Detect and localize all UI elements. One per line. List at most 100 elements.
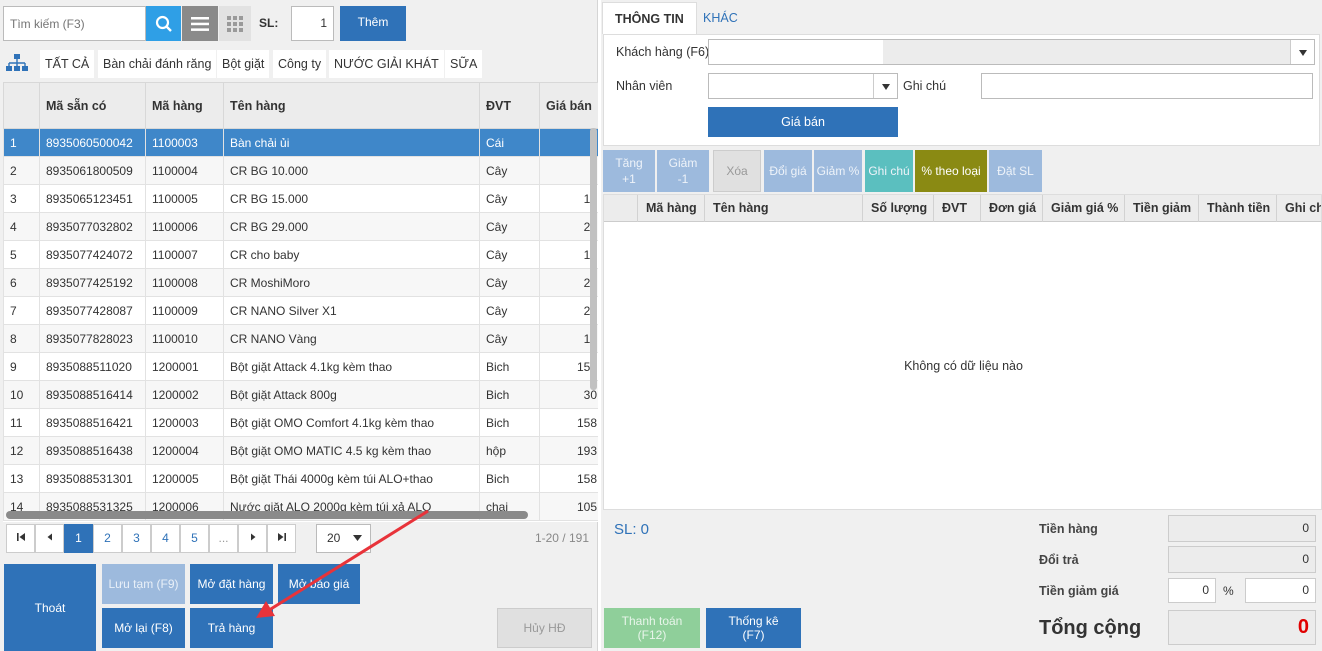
note-input[interactable] <box>981 73 1313 99</box>
grid-view-button[interactable] <box>219 6 251 41</box>
column-header[interactable]: ĐVT <box>933 195 967 222</box>
page-button[interactable]: 2 <box>93 524 122 553</box>
table-cell: 1200002 <box>145 380 224 409</box>
percent-sign: % <box>1223 584 1234 598</box>
tab-other[interactable]: KHÁC <box>691 2 750 34</box>
cancel-invoice-button[interactable]: Hủy HĐ <box>497 608 592 648</box>
save-draft-button[interactable]: Lưu tạm (F9) <box>102 564 185 604</box>
table-row[interactable]: 11 8935088516421 1200003 Bột giặt OMO Comfo… <box>3 408 598 437</box>
page-size-select[interactable]: 20 <box>316 524 371 553</box>
search-button[interactable] <box>146 6 181 41</box>
category-company[interactable]: Công ty <box>273 50 327 78</box>
table-row[interactable]: 589350774240721100007CR cho babyCây14 <box>3 240 598 269</box>
search-icon <box>155 15 172 32</box>
decrease-button[interactable]: Giảm -1 <box>657 150 709 192</box>
prev-page-button[interactable] <box>35 524 64 553</box>
statistics-button[interactable]: Thống kê (F7) <box>706 608 801 648</box>
page-button[interactable]: 1 <box>64 524 93 553</box>
table-cell: 8935088516414 <box>39 380 146 409</box>
table-row[interactable]: 289350618005091100004CR BG 10.000Cây8 <box>3 156 598 185</box>
discount-percent-input[interactable]: 0 <box>1168 578 1216 603</box>
column-header[interactable]: Mã hàng <box>145 82 224 129</box>
pay-button[interactable]: Thanh toán (F12) <box>604 608 700 648</box>
column-header[interactable]: Thành tiền <box>1198 195 1270 222</box>
category-milk[interactable]: SỮA <box>445 50 483 78</box>
open-quote-button[interactable]: Mở báo giá <box>278 564 360 604</box>
next-page-button[interactable] <box>238 524 267 553</box>
quantity-input[interactable]: 1 <box>291 6 334 41</box>
table-cell: Cây <box>479 212 540 241</box>
table-cell: 193 <box>539 436 598 465</box>
column-header[interactable]: Ghi ch <box>1276 195 1321 222</box>
table-row[interactable]: 689350774251921100008CR MoshiMoroCây22 <box>3 268 598 297</box>
open-order-button[interactable]: Mở đặt hàng <box>190 564 273 604</box>
tab-info[interactable]: THÔNG TIN <box>602 2 697 34</box>
page-button[interactable]: 3 <box>122 524 151 553</box>
pay-shortcut: (F12) <box>637 628 667 642</box>
category-soft-drinks[interactable]: NƯỚC GIẢI KHÁT <box>329 50 444 78</box>
percent-by-type-button[interactable]: % theo loại <box>915 150 987 192</box>
column-header[interactable]: Tên hàng <box>223 82 480 129</box>
note-button[interactable]: Ghi chú <box>865 150 913 192</box>
return-goods-button[interactable]: Trả hàng <box>190 608 273 648</box>
discount-percent-button[interactable]: Giảm % <box>814 150 862 192</box>
column-header[interactable]: ĐVT <box>479 82 540 129</box>
table-cell: CR NANO Silver X1 <box>223 296 480 325</box>
delete-button[interactable]: Xóa <box>713 150 761 192</box>
horizontal-scrollbar[interactable] <box>6 511 528 519</box>
price-list-button[interactable]: Giá bán <box>708 107 898 137</box>
customer-select[interactable] <box>708 39 1315 65</box>
column-header[interactable]: Tên hàng <box>704 195 769 222</box>
table-cell: 158 <box>539 408 598 437</box>
reopen-button[interactable]: Mở lại (F8) <box>102 608 185 648</box>
increase-button[interactable]: Tăng +1 <box>603 150 655 192</box>
staff-select[interactable] <box>708 73 898 99</box>
column-header[interactable]: Đơn giá <box>980 195 1036 222</box>
table-row[interactable]: 189350605000421100003Bàn chải ủiCái7 <box>3 128 598 157</box>
discount-amount-input[interactable]: 0 <box>1245 578 1316 603</box>
change-price-button[interactable]: Đổi giá <box>764 150 812 192</box>
column-header[interactable]: Tiền giảm <box>1124 195 1191 222</box>
category-toothbrush[interactable]: Bàn chải đánh răng <box>98 50 217 78</box>
table-row[interactable]: 13 8935088531301 1200005 Bột giặt Thái 4000… <box>3 464 598 493</box>
table-row[interactable]: 489350770328021100006CR BG 29.000Cây24 <box>3 212 598 241</box>
table-row[interactable]: 389350651234511100005CR BG 15.000Cây14 <box>3 184 598 213</box>
decrease-step: -1 <box>677 172 689 186</box>
column-header[interactable]: Giá bán <box>539 82 598 129</box>
vertical-scrollbar[interactable] <box>590 128 597 390</box>
chevron-down-icon[interactable] <box>873 74 897 98</box>
exit-button[interactable]: Thoát <box>4 564 96 651</box>
table-row[interactable]: 9 8935088511020 1200001 Bột giặt Attack 4.1… <box>3 352 598 381</box>
page-button[interactable]: 4 <box>151 524 180 553</box>
column-header[interactable]: Mã hàng <box>637 195 697 222</box>
table-row[interactable]: 889350778280231100010CR NANO VàngCây17 <box>3 324 598 353</box>
column-header[interactable]: Giảm giá % <box>1042 195 1118 222</box>
table-cell: 8935077032802 <box>39 212 146 241</box>
table-row[interactable]: 7 8935077428087 1100009 CR NANO Silver X1 Câ… <box>3 296 598 325</box>
add-button[interactable]: Thêm <box>340 6 406 41</box>
table-row[interactable]: 10 8935088516414 1200002 Bột giặt Attack 80… <box>3 380 598 409</box>
last-page-button[interactable] <box>267 524 296 553</box>
total-quantity: SL: 0 <box>614 521 650 538</box>
column-header[interactable]: Mã sẵn có <box>39 82 146 129</box>
column-header[interactable]: Số lượng <box>862 195 927 222</box>
table-cell: Bột giặt OMO Comfort 4.1kg kèm thao <box>223 408 480 437</box>
list-view-button[interactable] <box>182 6 218 41</box>
category-all[interactable]: TẤT CẢ <box>40 50 95 78</box>
table-cell: Cây <box>479 296 540 325</box>
column-header <box>3 82 40 129</box>
set-quantity-button[interactable]: Đặt SL <box>989 150 1042 192</box>
table-row[interactable]: 12 8935088516438 1200004 Bột giặt OMO MATIC… <box>3 436 598 465</box>
first-page-button[interactable] <box>6 524 35 553</box>
table-cell: Bột giặt Attack 800g <box>223 380 480 409</box>
table-cell: CR BG 15.000 <box>223 184 480 213</box>
category-tree-icon[interactable] <box>6 54 28 72</box>
page-button[interactable]: 5 <box>180 524 209 553</box>
chevron-down-icon[interactable] <box>1290 40 1314 64</box>
grand-total-value: 0 <box>1168 610 1316 645</box>
cart-toolbar: Tăng +1 Giảm -1 Xóa Đổi giá Giảm % Ghi chú… <box>603 150 1320 192</box>
category-detergent[interactable]: Bột giặt <box>217 50 270 78</box>
table-cell: 8935077828023 <box>39 324 146 353</box>
customer-input[interactable] <box>709 40 883 64</box>
search-input[interactable] <box>3 6 146 41</box>
